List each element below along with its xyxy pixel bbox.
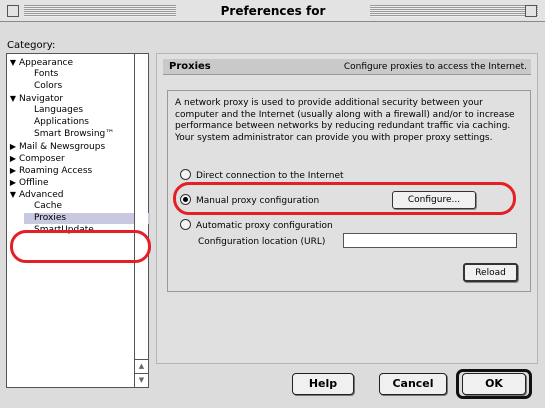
tree-item-proxies[interactable]: Proxies xyxy=(24,213,150,224)
tree-item-applications[interactable]: Applications xyxy=(34,117,89,128)
direct-label: Direct connection to the Internet xyxy=(196,171,344,181)
reload-button[interactable]: Reload xyxy=(463,263,518,282)
tree-item-navigator[interactable]: ▼ Navigator xyxy=(7,93,63,104)
expanded-triangle-icon[interactable]: ▼ xyxy=(7,93,19,104)
tree-item-fonts[interactable]: Fonts xyxy=(34,69,58,80)
tree-item-appearance[interactable]: ▼ Appearance xyxy=(7,57,73,68)
tree-item-smart-browsing[interactable]: Smart Browsing™ xyxy=(34,129,114,140)
collapsed-triangle-icon[interactable]: ▶ xyxy=(7,141,19,152)
close-box[interactable] xyxy=(7,5,19,17)
tree-item-roaming-access[interactable]: ▶ Roaming Access xyxy=(7,165,92,176)
tree-item-mail-newsgroups[interactable]: ▶ Mail & Newsgroups xyxy=(7,141,105,152)
automatic-radio[interactable] xyxy=(180,219,191,230)
expanded-triangle-icon[interactable]: ▼ xyxy=(7,189,19,200)
collapsed-triangle-icon[interactable]: ▶ xyxy=(7,165,19,176)
collapsed-triangle-icon[interactable]: ▶ xyxy=(7,153,19,164)
scroll-down-arrow-icon[interactable]: ▼ xyxy=(135,373,148,387)
direct-radio[interactable] xyxy=(180,169,191,180)
automatic-label: Automatic proxy configuration xyxy=(196,221,333,231)
tree-item-colors[interactable]: Colors xyxy=(34,81,62,92)
tree-item-languages[interactable]: Languages xyxy=(34,105,83,116)
category-label: Category: xyxy=(7,40,56,51)
category-tree: ▼ Appearance Fonts Colors ▼ Navigator Lang… xyxy=(6,53,150,388)
help-button[interactable]: Help xyxy=(292,373,354,395)
direct-connection-option[interactable]: Direct connection to the Internet xyxy=(180,169,344,182)
cancel-button[interactable]: Cancel xyxy=(379,373,447,395)
panel-header: Proxies Configure proxies to access the … xyxy=(163,59,531,75)
manual-proxy-highlight-annotation xyxy=(173,182,516,215)
automatic-proxy-option[interactable]: Automatic proxy configuration xyxy=(180,219,333,232)
panel-description: Configure proxies to access the Internet… xyxy=(343,62,527,72)
location-url-input[interactable] xyxy=(343,233,517,248)
panel-title: Proxies xyxy=(169,61,211,72)
title-bar[interactable]: Preferences for xyxy=(0,0,545,22)
tree-scrollbar[interactable]: ▲ ▼ xyxy=(134,54,148,387)
location-label: Configuration location (URL) xyxy=(198,237,326,247)
tree-item-composer[interactable]: ▶ Composer xyxy=(7,153,65,164)
tree-item-cache[interactable]: Cache xyxy=(34,201,62,212)
window-title: Preferences for xyxy=(176,3,370,19)
proxies-highlight-annotation xyxy=(10,230,151,263)
proxy-intro-text: A network proxy is used to provide addit… xyxy=(175,98,515,143)
tree-item-offline[interactable]: ▶ Offline xyxy=(7,177,49,188)
tree-item-advanced[interactable]: ▼ Advanced xyxy=(7,189,64,200)
ok-button[interactable]: OK xyxy=(462,373,526,395)
scroll-up-arrow-icon[interactable]: ▲ xyxy=(135,359,148,373)
expanded-triangle-icon[interactable]: ▼ xyxy=(7,57,19,68)
collapsed-triangle-icon[interactable]: ▶ xyxy=(7,177,19,188)
zoom-box[interactable] xyxy=(525,5,537,17)
